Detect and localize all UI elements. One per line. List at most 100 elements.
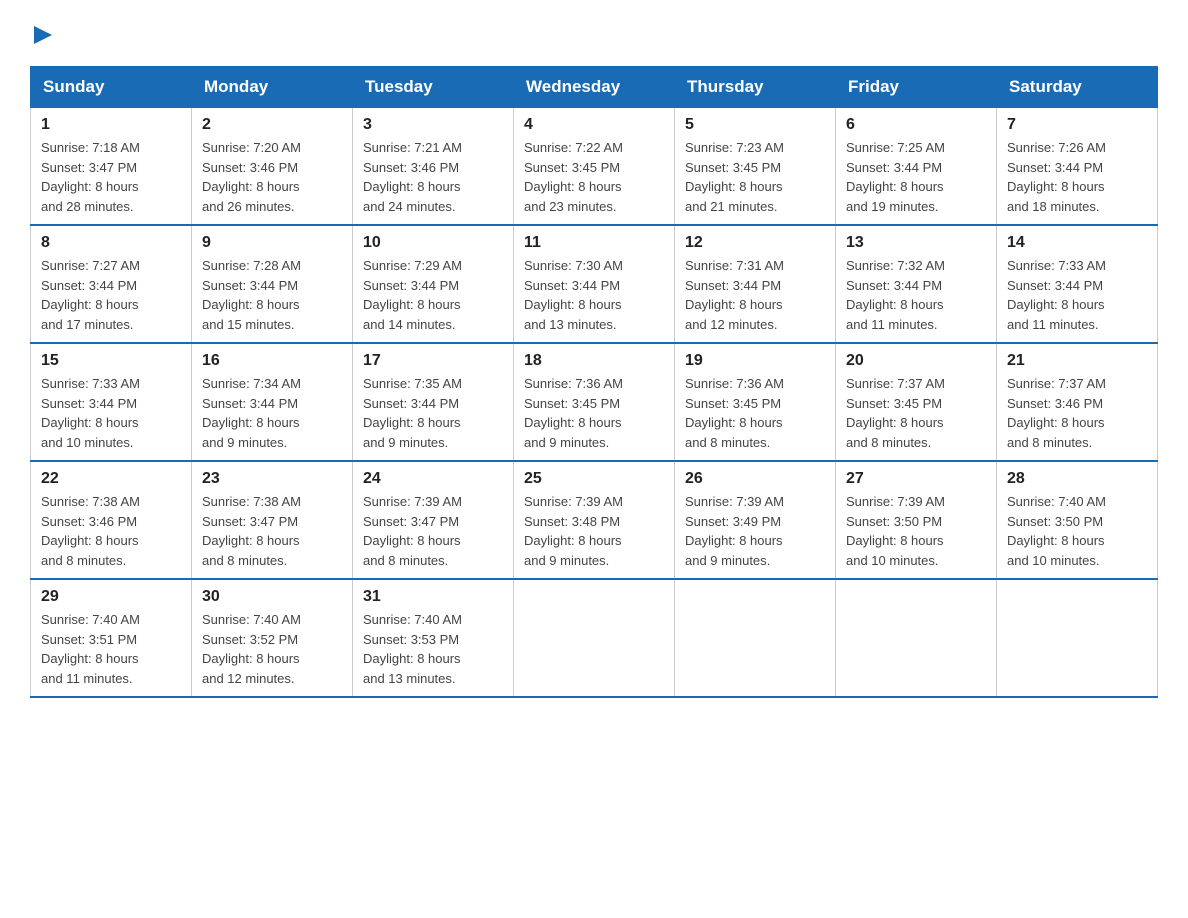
col-header-monday: Monday [192,67,353,108]
day-number: 18 [524,352,664,370]
week-row-4: 22 Sunrise: 7:38 AM Sunset: 3:46 PM Dayl… [31,461,1158,579]
col-header-thursday: Thursday [675,67,836,108]
day-cell: 13 Sunrise: 7:32 AM Sunset: 3:44 PM Dayl… [836,225,997,343]
calendar-header-row: SundayMondayTuesdayWednesdayThursdayFrid… [31,67,1158,108]
day-number: 31 [363,588,503,606]
day-cell: 23 Sunrise: 7:38 AM Sunset: 3:47 PM Dayl… [192,461,353,579]
day-info: Sunrise: 7:38 AM Sunset: 3:47 PM Dayligh… [202,494,301,568]
day-info: Sunrise: 7:21 AM Sunset: 3:46 PM Dayligh… [363,140,462,214]
day-cell: 11 Sunrise: 7:30 AM Sunset: 3:44 PM Dayl… [514,225,675,343]
day-cell: 20 Sunrise: 7:37 AM Sunset: 3:45 PM Dayl… [836,343,997,461]
day-number: 22 [41,470,181,488]
day-cell: 18 Sunrise: 7:36 AM Sunset: 3:45 PM Dayl… [514,343,675,461]
logo-arrow-icon [30,20,54,46]
day-info: Sunrise: 7:26 AM Sunset: 3:44 PM Dayligh… [1007,140,1106,214]
col-header-tuesday: Tuesday [353,67,514,108]
day-cell: 14 Sunrise: 7:33 AM Sunset: 3:44 PM Dayl… [997,225,1158,343]
day-info: Sunrise: 7:31 AM Sunset: 3:44 PM Dayligh… [685,258,784,332]
day-info: Sunrise: 7:27 AM Sunset: 3:44 PM Dayligh… [41,258,140,332]
day-number: 27 [846,470,986,488]
logo [30,20,54,46]
day-number: 30 [202,588,342,606]
day-info: Sunrise: 7:30 AM Sunset: 3:44 PM Dayligh… [524,258,623,332]
day-info: Sunrise: 7:29 AM Sunset: 3:44 PM Dayligh… [363,258,462,332]
day-number: 9 [202,234,342,252]
day-info: Sunrise: 7:25 AM Sunset: 3:44 PM Dayligh… [846,140,945,214]
day-cell: 12 Sunrise: 7:31 AM Sunset: 3:44 PM Dayl… [675,225,836,343]
day-number: 8 [41,234,181,252]
day-number: 3 [363,116,503,134]
day-cell: 17 Sunrise: 7:35 AM Sunset: 3:44 PM Dayl… [353,343,514,461]
day-cell: 9 Sunrise: 7:28 AM Sunset: 3:44 PM Dayli… [192,225,353,343]
day-number: 19 [685,352,825,370]
col-header-saturday: Saturday [997,67,1158,108]
week-row-3: 15 Sunrise: 7:33 AM Sunset: 3:44 PM Dayl… [31,343,1158,461]
day-cell: 15 Sunrise: 7:33 AM Sunset: 3:44 PM Dayl… [31,343,192,461]
day-info: Sunrise: 7:18 AM Sunset: 3:47 PM Dayligh… [41,140,140,214]
day-info: Sunrise: 7:32 AM Sunset: 3:44 PM Dayligh… [846,258,945,332]
day-number: 7 [1007,116,1147,134]
day-info: Sunrise: 7:35 AM Sunset: 3:44 PM Dayligh… [363,376,462,450]
day-number: 26 [685,470,825,488]
day-number: 16 [202,352,342,370]
col-header-friday: Friday [836,67,997,108]
day-info: Sunrise: 7:36 AM Sunset: 3:45 PM Dayligh… [524,376,623,450]
day-info: Sunrise: 7:28 AM Sunset: 3:44 PM Dayligh… [202,258,301,332]
day-info: Sunrise: 7:38 AM Sunset: 3:46 PM Dayligh… [41,494,140,568]
col-header-sunday: Sunday [31,67,192,108]
day-cell: 28 Sunrise: 7:40 AM Sunset: 3:50 PM Dayl… [997,461,1158,579]
day-cell: 21 Sunrise: 7:37 AM Sunset: 3:46 PM Dayl… [997,343,1158,461]
day-cell: 27 Sunrise: 7:39 AM Sunset: 3:50 PM Dayl… [836,461,997,579]
week-row-2: 8 Sunrise: 7:27 AM Sunset: 3:44 PM Dayli… [31,225,1158,343]
day-number: 13 [846,234,986,252]
day-info: Sunrise: 7:33 AM Sunset: 3:44 PM Dayligh… [1007,258,1106,332]
day-info: Sunrise: 7:37 AM Sunset: 3:46 PM Dayligh… [1007,376,1106,450]
day-number: 15 [41,352,181,370]
day-cell: 4 Sunrise: 7:22 AM Sunset: 3:45 PM Dayli… [514,108,675,226]
day-cell: 3 Sunrise: 7:21 AM Sunset: 3:46 PM Dayli… [353,108,514,226]
day-number: 20 [846,352,986,370]
day-cell: 10 Sunrise: 7:29 AM Sunset: 3:44 PM Dayl… [353,225,514,343]
day-cell: 6 Sunrise: 7:25 AM Sunset: 3:44 PM Dayli… [836,108,997,226]
day-number: 25 [524,470,664,488]
day-cell: 2 Sunrise: 7:20 AM Sunset: 3:46 PM Dayli… [192,108,353,226]
day-info: Sunrise: 7:22 AM Sunset: 3:45 PM Dayligh… [524,140,623,214]
day-cell: 19 Sunrise: 7:36 AM Sunset: 3:45 PM Dayl… [675,343,836,461]
week-row-1: 1 Sunrise: 7:18 AM Sunset: 3:47 PM Dayli… [31,108,1158,226]
day-info: Sunrise: 7:39 AM Sunset: 3:47 PM Dayligh… [363,494,462,568]
day-cell: 30 Sunrise: 7:40 AM Sunset: 3:52 PM Dayl… [192,579,353,697]
day-info: Sunrise: 7:33 AM Sunset: 3:44 PM Dayligh… [41,376,140,450]
day-number: 6 [846,116,986,134]
calendar-table: SundayMondayTuesdayWednesdayThursdayFrid… [30,66,1158,698]
day-info: Sunrise: 7:40 AM Sunset: 3:52 PM Dayligh… [202,612,301,686]
day-number: 28 [1007,470,1147,488]
day-info: Sunrise: 7:37 AM Sunset: 3:45 PM Dayligh… [846,376,945,450]
day-cell [514,579,675,697]
day-number: 29 [41,588,181,606]
week-row-5: 29 Sunrise: 7:40 AM Sunset: 3:51 PM Dayl… [31,579,1158,697]
day-info: Sunrise: 7:39 AM Sunset: 3:48 PM Dayligh… [524,494,623,568]
day-cell: 1 Sunrise: 7:18 AM Sunset: 3:47 PM Dayli… [31,108,192,226]
day-info: Sunrise: 7:40 AM Sunset: 3:51 PM Dayligh… [41,612,140,686]
day-info: Sunrise: 7:39 AM Sunset: 3:49 PM Dayligh… [685,494,784,568]
day-number: 21 [1007,352,1147,370]
day-number: 4 [524,116,664,134]
day-number: 1 [41,116,181,134]
day-cell [675,579,836,697]
page-header [30,20,1158,46]
day-cell: 26 Sunrise: 7:39 AM Sunset: 3:49 PM Dayl… [675,461,836,579]
day-number: 11 [524,234,664,252]
day-info: Sunrise: 7:23 AM Sunset: 3:45 PM Dayligh… [685,140,784,214]
day-info: Sunrise: 7:40 AM Sunset: 3:53 PM Dayligh… [363,612,462,686]
day-number: 24 [363,470,503,488]
day-cell: 22 Sunrise: 7:38 AM Sunset: 3:46 PM Dayl… [31,461,192,579]
day-info: Sunrise: 7:34 AM Sunset: 3:44 PM Dayligh… [202,376,301,450]
day-cell: 29 Sunrise: 7:40 AM Sunset: 3:51 PM Dayl… [31,579,192,697]
day-number: 5 [685,116,825,134]
day-info: Sunrise: 7:36 AM Sunset: 3:45 PM Dayligh… [685,376,784,450]
day-number: 23 [202,470,342,488]
day-cell: 7 Sunrise: 7:26 AM Sunset: 3:44 PM Dayli… [997,108,1158,226]
day-cell [997,579,1158,697]
day-info: Sunrise: 7:40 AM Sunset: 3:50 PM Dayligh… [1007,494,1106,568]
day-cell: 25 Sunrise: 7:39 AM Sunset: 3:48 PM Dayl… [514,461,675,579]
